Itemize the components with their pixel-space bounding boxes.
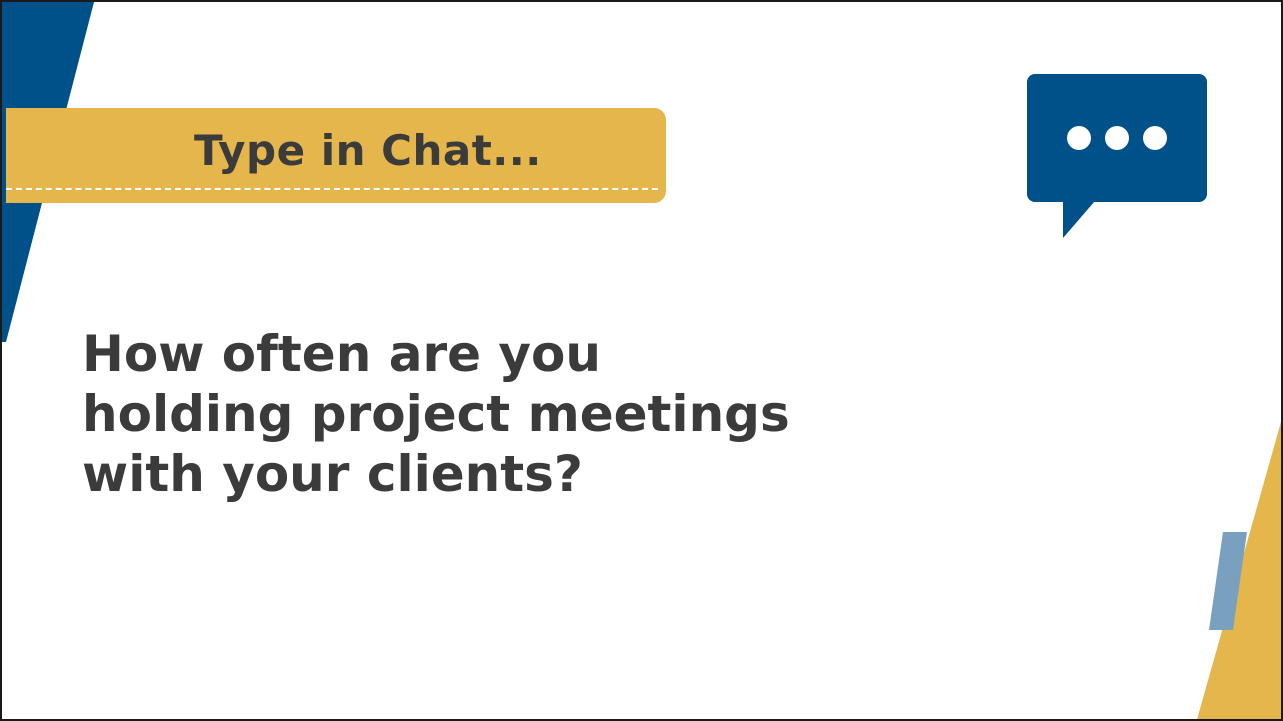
chat-bubble-icon	[1027, 74, 1207, 238]
right-accent-shapes	[1197, 422, 1281, 719]
type-in-chat-banner: Type in Chat...	[6, 108, 666, 203]
question-line: holding project meetings	[82, 385, 790, 443]
question-line: with your clients?	[82, 445, 583, 503]
banner-label: Type in Chat...	[194, 126, 542, 175]
question-line: How often are you	[82, 325, 601, 383]
question-text: How often are you holding project meetin…	[82, 324, 882, 504]
slide: Type in Chat... How often are you holdin…	[0, 0, 1283, 721]
banner-dashed-line	[6, 188, 658, 190]
